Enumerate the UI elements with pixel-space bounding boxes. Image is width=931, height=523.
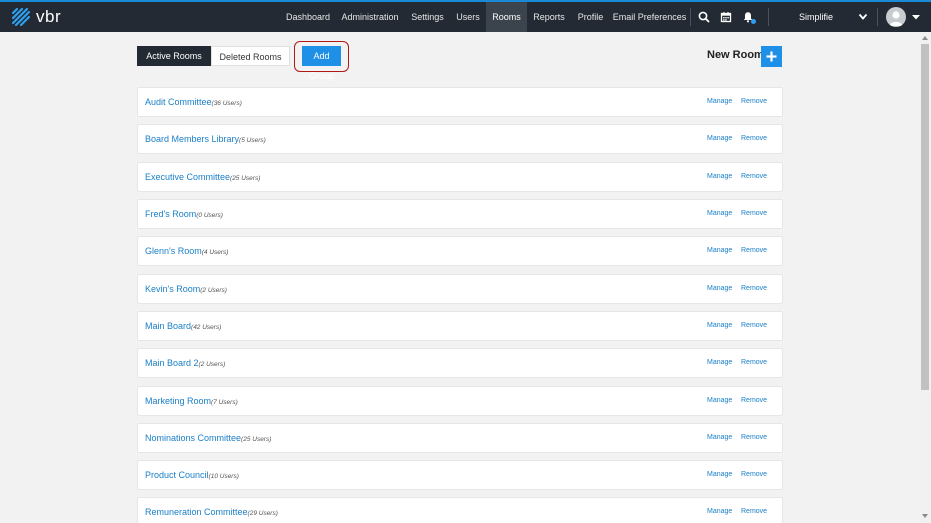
remove-link[interactable]: Remove <box>741 322 767 329</box>
room-user-count: (0 Users) <box>196 212 223 219</box>
tab-deleted-rooms[interactable]: Deleted Rooms <box>211 46 290 66</box>
room-row: Kevin's Room(2 Users) Manage Remove <box>137 274 783 304</box>
room-name-link[interactable]: Nominations Committee(25 Users) <box>145 433 271 443</box>
room-user-count: (4 Users) <box>201 249 229 256</box>
remove-link[interactable]: Remove <box>741 285 767 292</box>
brand-name: vbr <box>36 7 62 26</box>
remove-link[interactable]: Remove <box>741 135 767 142</box>
room-user-count: (36 Users) <box>211 100 242 107</box>
manage-link[interactable]: Manage <box>707 508 732 515</box>
account-switcher[interactable]: Simplifie <box>799 2 833 32</box>
room-row: Board Members Library(5 Users) Manage Re… <box>137 124 783 154</box>
nav-users[interactable]: Users <box>452 2 484 32</box>
room-user-count: (2 Users) <box>200 287 227 294</box>
room-user-count: (25 Users) <box>230 175 261 182</box>
room-user-count: (25 Users) <box>241 436 272 443</box>
room-name-link[interactable]: Marketing Room(7 Users) <box>145 396 238 406</box>
scroll-up-arrow-icon[interactable] <box>922 36 928 40</box>
nav-profile[interactable]: Profile <box>573 2 608 32</box>
remove-link[interactable]: Remove <box>741 508 767 515</box>
room-row: Audit Committee(36 Users) Manage Remove <box>137 87 783 117</box>
scroll-down-arrow-icon[interactable] <box>922 514 928 518</box>
nav-rooms[interactable]: Rooms <box>486 2 527 32</box>
remove-link[interactable]: Remove <box>741 397 767 404</box>
room-name-link[interactable]: Board Members Library(5 Users) <box>145 134 266 144</box>
user-avatar[interactable] <box>886 7 906 27</box>
manage-link[interactable]: Manage <box>707 98 732 105</box>
room-row: Main Board 2(2 Users) Manage Remove <box>137 348 783 378</box>
room-user-count: (29 Users) <box>247 510 278 517</box>
room-name-link[interactable]: Glenn's Room(4 Users) <box>145 246 228 256</box>
room-row: Glenn's Room(4 Users) Manage Remove <box>137 236 783 266</box>
room-name-link[interactable]: Main Board(42 Users) <box>145 321 221 331</box>
room-row: Fred's Room(0 Users) Manage Remove <box>137 199 783 229</box>
nav-divider <box>768 8 769 26</box>
add-group-button[interactable]: Add Group <box>302 46 341 81</box>
nav-administration[interactable]: Administration <box>337 2 403 32</box>
search-icon[interactable] <box>697 10 711 24</box>
manage-link[interactable]: Manage <box>707 285 732 292</box>
room-name-link[interactable]: Kevin's Room(2 Users) <box>145 284 227 294</box>
notification-badge <box>751 19 756 24</box>
account-name: Simplifie <box>799 12 834 22</box>
new-room-label: New Room <box>707 49 764 61</box>
manage-link[interactable]: Manage <box>707 322 732 329</box>
manage-link[interactable]: Manage <box>707 247 732 254</box>
new-room-button[interactable] <box>761 46 782 67</box>
top-navbar: vbr Dashboard Administration Settings Us… <box>0 2 931 32</box>
scroll-thumb[interactable] <box>921 44 929 390</box>
room-row: Main Board(42 Users) Manage Remove <box>137 311 783 341</box>
remove-link[interactable]: Remove <box>741 471 767 478</box>
nav-dashboard[interactable]: Dashboard <box>281 2 335 32</box>
manage-link[interactable]: Manage <box>707 434 732 441</box>
remove-link[interactable]: Remove <box>741 434 767 441</box>
room-name-link[interactable]: Audit Committee(36 Users) <box>145 97 242 107</box>
calendar-icon[interactable] <box>719 10 733 24</box>
user-silhouette-icon <box>889 11 903 26</box>
manage-link[interactable]: Manage <box>707 359 732 366</box>
chevron-down-icon[interactable] <box>858 13 868 21</box>
room-user-count: (5 Users) <box>239 137 266 144</box>
manage-link[interactable]: Manage <box>707 135 732 142</box>
remove-link[interactable]: Remove <box>741 359 767 366</box>
room-user-count: (10 Users) <box>208 473 239 480</box>
manage-link[interactable]: Manage <box>707 173 732 180</box>
room-row: Nominations Committee(25 Users) Manage R… <box>137 423 783 453</box>
manage-link[interactable]: Manage <box>707 397 732 404</box>
brand-logo[interactable]: vbr <box>12 7 62 26</box>
room-user-count: (42 Users) <box>191 324 222 331</box>
remove-link[interactable]: Remove <box>741 98 767 105</box>
room-name-link[interactable]: Remuneration Committee(29 Users) <box>145 507 278 517</box>
vbr-logo-icon <box>12 8 30 26</box>
room-row: Executive Committee(25 Users) Manage Rem… <box>137 162 783 192</box>
nav-reports[interactable]: Reports <box>529 2 569 32</box>
remove-link[interactable]: Remove <box>741 210 767 217</box>
room-user-count: (7 Users) <box>211 399 238 406</box>
remove-link[interactable]: Remove <box>741 247 767 254</box>
remove-link[interactable]: Remove <box>741 173 767 180</box>
room-row: Product Council(10 Users) Manage Remove <box>137 460 783 490</box>
room-row: Marketing Room(7 Users) Manage Remove <box>137 386 783 416</box>
nav-divider <box>690 8 691 26</box>
nav-settings[interactable]: Settings <box>406 2 449 32</box>
manage-link[interactable]: Manage <box>707 471 732 478</box>
room-name-link[interactable]: Executive Committee(25 Users) <box>145 172 260 182</box>
room-row: Remuneration Committee(29 Users) Manage … <box>137 497 783 523</box>
room-user-count: (2 Users) <box>198 361 226 368</box>
nav-divider <box>877 8 878 26</box>
room-name-link[interactable]: Product Council(10 Users) <box>145 470 239 480</box>
vertical-scrollbar[interactable] <box>919 32 931 523</box>
manage-link[interactable]: Manage <box>707 210 732 217</box>
tab-active-rooms[interactable]: Active Rooms <box>137 46 211 66</box>
plus-icon <box>766 51 777 62</box>
room-name-link[interactable]: Fred's Room(0 Users) <box>145 209 223 219</box>
nav-email-preferences[interactable]: Email Preferences <box>611 2 688 32</box>
room-name-link[interactable]: Main Board 2(2 Users) <box>145 358 225 368</box>
caret-down-icon[interactable] <box>912 15 920 20</box>
